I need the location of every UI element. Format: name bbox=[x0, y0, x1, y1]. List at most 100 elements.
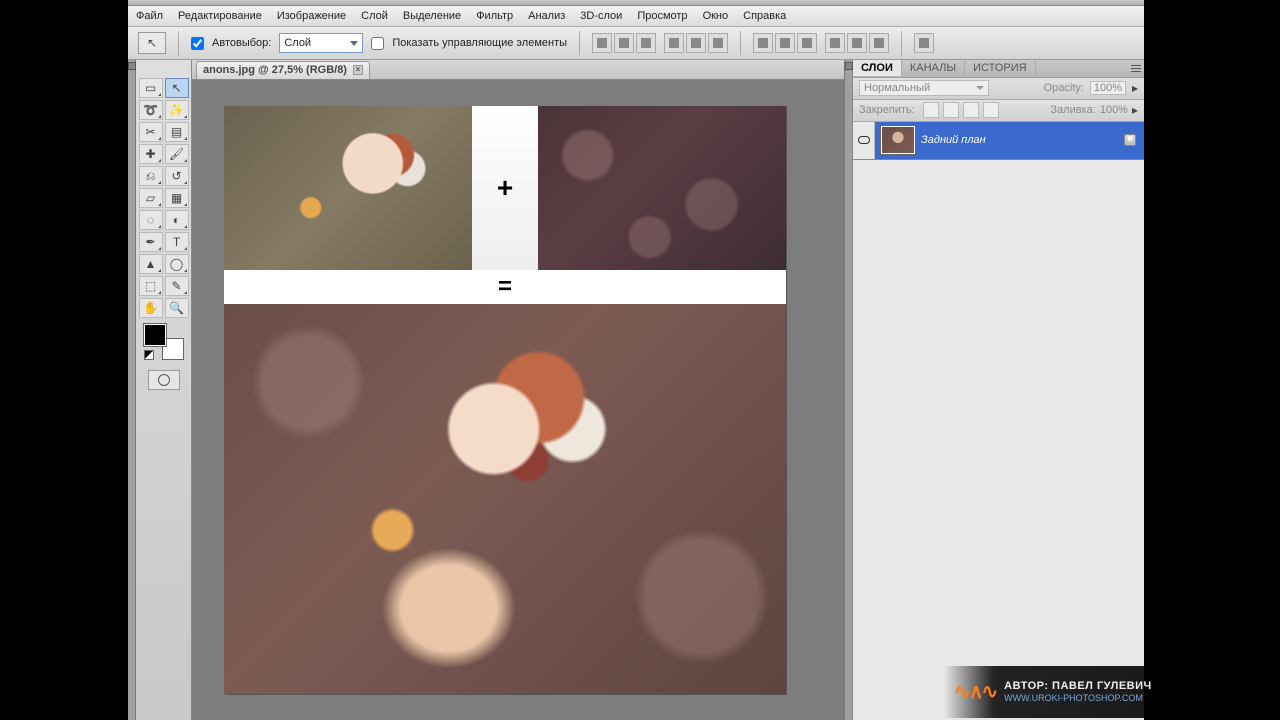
dock-collapse-left[interactable] bbox=[128, 60, 136, 720]
move-tool-icon[interactable]: ↖ bbox=[138, 32, 166, 54]
hand-tool[interactable]: ✋ bbox=[139, 298, 163, 318]
menu-3d[interactable]: 3D-слои bbox=[580, 10, 622, 22]
menu-filter[interactable]: Фильтр bbox=[476, 10, 513, 22]
show-transform-checkbox[interactable] bbox=[371, 37, 384, 50]
align-bottom-button[interactable] bbox=[636, 33, 656, 53]
distribute-bottom-button[interactable] bbox=[797, 33, 817, 53]
menu-edit[interactable]: Редактирование bbox=[178, 10, 262, 22]
menu-select[interactable]: Выделение bbox=[403, 10, 461, 22]
canvas-area[interactable]: + = bbox=[192, 80, 844, 720]
separator bbox=[579, 31, 580, 55]
distribute-hcenter-button[interactable] bbox=[847, 33, 867, 53]
watermark-logo-icon: ∿∧∿ bbox=[954, 679, 996, 704]
type-tool[interactable]: T bbox=[165, 232, 189, 252]
layer-thumbnail[interactable] bbox=[881, 126, 915, 154]
quick-mask-button[interactable] bbox=[148, 370, 180, 390]
autoselect-checkbox[interactable] bbox=[191, 37, 204, 50]
pen-tool[interactable]: ✒ bbox=[139, 232, 163, 252]
marquee-tool[interactable]: ▭ bbox=[139, 78, 163, 98]
tab-channels[interactable]: КАНАЛЫ bbox=[902, 60, 965, 76]
distribute-left-button[interactable] bbox=[825, 33, 845, 53]
panel-menu-icon[interactable] bbox=[1128, 61, 1144, 75]
document-canvas[interactable]: + = bbox=[224, 106, 786, 694]
expand-arrow-icon bbox=[128, 62, 136, 70]
menu-window[interactable]: Окно bbox=[703, 10, 729, 22]
tab-layers[interactable]: СЛОИ bbox=[853, 60, 902, 76]
autoselect-value: Слой bbox=[284, 37, 311, 49]
lock-all-button[interactable] bbox=[983, 102, 999, 118]
distribute-top-button[interactable] bbox=[753, 33, 773, 53]
separator bbox=[178, 31, 179, 55]
menu-analysis[interactable]: Анализ bbox=[528, 10, 565, 22]
autoselect-combo[interactable]: Слой bbox=[279, 33, 363, 53]
document-tab[interactable]: anons.jpg @ 27,5% (RGB/8) × bbox=[196, 61, 370, 79]
watermark: ∿∧∿ АВТОР: ПАВЕЛ ГУЛЕВИЧ WWW.UROKI-PHOTO… bbox=[944, 666, 1274, 718]
crop-tool[interactable]: ✂ bbox=[139, 122, 163, 142]
align-right-button[interactable] bbox=[708, 33, 728, 53]
slice-tool[interactable]: ▤ bbox=[165, 122, 189, 142]
menu-bar: Файл Редактирование Изображение Слой Выд… bbox=[128, 6, 1144, 27]
fill-value[interactable]: 100% bbox=[1100, 104, 1128, 116]
blend-mode-combo[interactable]: Нормальный bbox=[859, 80, 989, 96]
lock-transparency-button[interactable] bbox=[923, 102, 939, 118]
watermark-text: АВТОР: ПАВЕЛ ГУЛЕВИЧ WWW.UROKI-PHOTOSHOP… bbox=[1004, 680, 1152, 703]
distribute-right-button[interactable] bbox=[869, 33, 889, 53]
expand-arrow-icon bbox=[845, 62, 853, 70]
magic-wand-tool[interactable]: ✨ bbox=[165, 100, 189, 120]
menu-image[interactable]: Изображение bbox=[277, 10, 346, 22]
menu-view[interactable]: Просмотр bbox=[637, 10, 687, 22]
dock-collapse-right[interactable] bbox=[844, 60, 852, 720]
document-tab-title: anons.jpg @ 27,5% (RGB/8) bbox=[203, 64, 347, 76]
foreground-color-swatch[interactable] bbox=[144, 324, 166, 346]
eyedropper-tool[interactable]: ✎ bbox=[165, 276, 189, 296]
align-vcenter-button[interactable] bbox=[614, 33, 634, 53]
auto-align-button[interactable] bbox=[914, 33, 934, 53]
watermark-author: АВТОР: ПАВЕЛ ГУЛЕВИЧ bbox=[1004, 680, 1152, 693]
layer-name[interactable]: Задний план bbox=[921, 134, 986, 146]
lasso-tool[interactable]: ➰ bbox=[139, 100, 163, 120]
layer-options-row: Нормальный Opacity: 100% ▸ bbox=[853, 78, 1144, 100]
gradient-tool[interactable]: ▦ bbox=[165, 188, 189, 208]
lock-pixels-button[interactable] bbox=[943, 102, 959, 118]
healing-brush-tool[interactable]: ✚ bbox=[139, 144, 163, 164]
layers-panel: СЛОИ КАНАЛЫ ИСТОРИЯ Нормальный Opacity: … bbox=[852, 60, 1144, 720]
path-selection-tool[interactable]: ▲ bbox=[139, 254, 163, 274]
show-transform-label: Показать управляющие элементы bbox=[392, 37, 567, 49]
distribute-vcenter-button[interactable] bbox=[775, 33, 795, 53]
color-swatches[interactable] bbox=[144, 324, 184, 360]
shape-tool[interactable]: ◯ bbox=[165, 254, 189, 274]
zoom-tool[interactable]: 🔍 bbox=[165, 298, 189, 318]
chevron-right-icon[interactable]: ▸ bbox=[1132, 104, 1138, 116]
blur-tool[interactable]: ◌ bbox=[139, 210, 163, 230]
brush-tool[interactable]: 🖌 bbox=[165, 144, 189, 164]
plus-symbol: + bbox=[497, 172, 513, 204]
composition-top-row: + bbox=[224, 106, 786, 270]
tab-history[interactable]: ИСТОРИЯ bbox=[965, 60, 1035, 76]
chevron-down-icon bbox=[350, 41, 358, 46]
layer-row[interactable]: Задний план bbox=[853, 122, 1144, 160]
dodge-tool[interactable]: ◐ bbox=[165, 210, 189, 230]
3d-tool[interactable]: ⬚ bbox=[139, 276, 163, 296]
canvas-column: anons.jpg @ 27,5% (RGB/8) × + = bbox=[192, 60, 844, 720]
layers-list[interactable]: Задний план bbox=[853, 122, 1144, 720]
move-tool[interactable]: ↖ bbox=[165, 78, 189, 98]
chevron-right-icon[interactable]: ▸ bbox=[1132, 82, 1138, 94]
menu-layer[interactable]: Слой bbox=[361, 10, 388, 22]
history-brush-tool[interactable]: ↺ bbox=[165, 166, 189, 186]
lock-position-button[interactable] bbox=[963, 102, 979, 118]
opacity-value[interactable]: 100% bbox=[1090, 81, 1126, 95]
menu-file[interactable]: Файл bbox=[136, 10, 163, 22]
align-hcenter-button[interactable] bbox=[686, 33, 706, 53]
close-icon[interactable]: × bbox=[353, 65, 363, 75]
eraser-tool[interactable]: ▱ bbox=[139, 188, 163, 208]
align-group-1 bbox=[592, 33, 656, 53]
default-colors-icon[interactable] bbox=[144, 350, 154, 360]
autoselect-label: Автовыбор: bbox=[212, 37, 271, 49]
align-left-button[interactable] bbox=[664, 33, 684, 53]
blend-mode-value: Нормальный bbox=[864, 82, 930, 94]
align-top-button[interactable] bbox=[592, 33, 612, 53]
layer-visibility-toggle[interactable] bbox=[853, 122, 875, 160]
distribute-group-2 bbox=[825, 33, 889, 53]
menu-help[interactable]: Справка bbox=[743, 10, 786, 22]
clone-stamp-tool[interactable]: ⎌ bbox=[139, 166, 163, 186]
